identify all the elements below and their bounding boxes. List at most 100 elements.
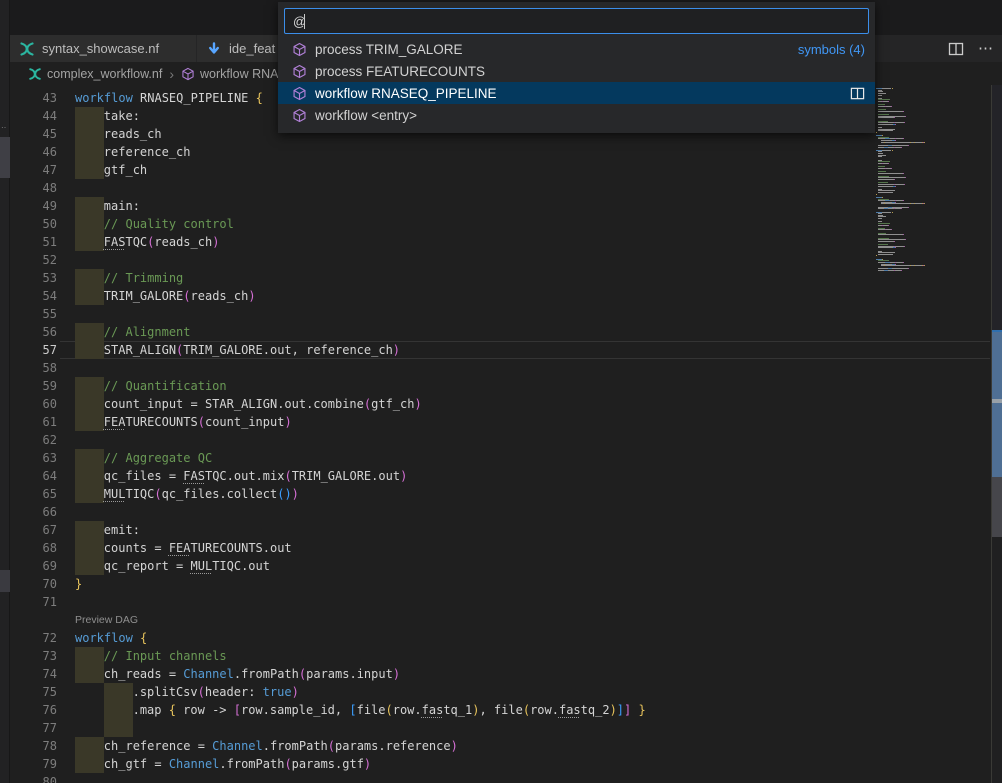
tab-label: syntax_showcase.nf xyxy=(42,41,159,56)
code-line[interactable]: MULTIQC(qc_files.collect()) xyxy=(10,485,990,503)
code-line[interactable]: count_input = STAR_ALIGN.out.combine(gtf… xyxy=(10,395,990,413)
rail-thumb[interactable] xyxy=(0,570,10,592)
code-text: qc_files = FASTQC.out.mix(TRIM_GALORE.ou… xyxy=(104,467,408,485)
code-line[interactable]: counts = FEATURECOUNTS.out xyxy=(10,539,990,557)
code-line[interactable]: // Trimming xyxy=(10,269,990,287)
code-area[interactable]: workflow RNASEQ_PIPELINE {take:reads_chr… xyxy=(10,85,990,783)
result-label: workflow RNASEQ_PIPELINE xyxy=(315,86,497,101)
token: // Trimming xyxy=(104,271,183,285)
code-line[interactable] xyxy=(10,359,990,377)
code-text: reads_ch xyxy=(104,125,162,143)
code-line[interactable]: qc_report = MULTIQC.out xyxy=(10,557,990,575)
result-label: workflow <entry> xyxy=(315,108,417,123)
code-line[interactable]: // Quantification xyxy=(10,377,990,395)
code-line[interactable] xyxy=(10,431,990,449)
breadcrumb-file[interactable]: complex_workflow.nf xyxy=(47,67,162,81)
token: ) xyxy=(393,667,400,681)
scrollbar-thumb[interactable] xyxy=(992,477,1002,537)
token: Channel xyxy=(183,667,234,681)
code-line[interactable] xyxy=(10,773,990,783)
token: FAS xyxy=(104,235,126,249)
indent-highlight xyxy=(75,647,104,665)
code-line[interactable]: ch_reads = Channel.fromPath(params.input… xyxy=(10,665,990,683)
code-text: ch_reference = Channel.fromPath(params.r… xyxy=(104,737,458,755)
code-line[interactable] xyxy=(10,719,990,737)
token: ch_reads = xyxy=(104,667,183,681)
code-line[interactable]: // Input channels xyxy=(10,647,990,665)
token: true xyxy=(263,685,292,699)
code-line[interactable] xyxy=(10,179,990,197)
code-line[interactable]: // Quality control xyxy=(10,215,990,233)
code-text: TRIM_GALORE(reads_ch) xyxy=(104,287,256,305)
code-line[interactable]: FEATURECOUNTS(count_input) xyxy=(10,413,990,431)
code-line[interactable] xyxy=(10,503,990,521)
token: ) xyxy=(393,343,400,357)
quick-open-result[interactable]: process FEATURECOUNTS xyxy=(278,60,875,82)
token: MUL xyxy=(104,487,126,501)
token: reference_ch xyxy=(104,145,191,159)
rail-thumb[interactable] xyxy=(0,137,10,178)
code-line[interactable]: .splitCsv(header: true) xyxy=(10,683,990,701)
code-line[interactable] xyxy=(10,305,990,323)
code-line[interactable]: FASTQC(reads_ch) xyxy=(10,233,990,251)
code-line[interactable]: STAR_ALIGN(TRIM_GALORE.out, reference_ch… xyxy=(10,341,990,359)
token: ) xyxy=(610,703,617,717)
code-text: .map { row -> [row.sample_id, [file(row.… xyxy=(133,701,646,719)
codelens-preview-dag[interactable]: Preview DAG xyxy=(75,611,138,629)
split-editor-icon[interactable] xyxy=(850,86,865,101)
indent-highlight xyxy=(104,701,133,719)
code-line[interactable] xyxy=(10,251,990,269)
code-line[interactable]: reference_ch xyxy=(10,143,990,161)
rail-overflow-dots: ‥ xyxy=(1,121,7,130)
token: params.gtf xyxy=(292,757,364,771)
breadcrumb-separator: › xyxy=(167,66,176,82)
split-editor-icon[interactable] xyxy=(948,41,964,57)
indent-highlight xyxy=(75,287,104,305)
code-text: take: xyxy=(104,107,140,125)
code-line[interactable]: qc_files = FASTQC.out.mix(TRIM_GALORE.ou… xyxy=(10,467,990,485)
token: // Quantification xyxy=(104,379,227,393)
quick-open-result[interactable]: workflow <entry> xyxy=(278,104,875,126)
token: file xyxy=(357,703,386,717)
code-line[interactable] xyxy=(10,593,990,611)
code-line[interactable]: TRIM_GALORE(reads_ch) xyxy=(10,287,990,305)
token: row -> xyxy=(183,703,234,717)
token: ch_reference = xyxy=(104,739,212,753)
token: params.reference xyxy=(335,739,451,753)
more-actions-icon[interactable]: ⋯ xyxy=(978,41,994,57)
tab-syntax-showcase[interactable]: syntax_showcase.nf xyxy=(10,35,196,62)
text-cursor xyxy=(304,14,305,29)
code-text: // Quality control xyxy=(104,215,234,233)
token: ) xyxy=(248,289,255,303)
code-line[interactable]: ch_reference = Channel.fromPath(params.r… xyxy=(10,737,990,755)
minimap[interactable] xyxy=(876,88,958,358)
code-text: counts = FEATURECOUNTS.out xyxy=(104,539,292,557)
symbol-cube-icon xyxy=(292,108,307,123)
quick-open-input[interactable] xyxy=(285,9,868,33)
code-line[interactable]: emit: xyxy=(10,521,990,539)
code-line[interactable]: // Alignment xyxy=(10,323,990,341)
code-line[interactable]: } xyxy=(10,575,990,593)
code-line[interactable]: main: xyxy=(10,197,990,215)
token: row.sample_id, xyxy=(241,703,349,717)
code-line[interactable]: .map { row -> [row.sample_id, [file(row.… xyxy=(10,701,990,719)
symbols-count-link[interactable]: symbols (4) xyxy=(798,42,865,57)
code-line[interactable]: ch_gtf = Channel.fromPath(params.gtf) xyxy=(10,755,990,773)
token: TRIM_GALORE.out xyxy=(292,469,400,483)
overview-ruler[interactable] xyxy=(992,85,1002,330)
token: // Quality control xyxy=(104,217,234,231)
code-line[interactable]: // Aggregate QC xyxy=(10,449,990,467)
token: STAR_ALIGN xyxy=(104,343,176,357)
code-line[interactable]: workflow { xyxy=(10,629,990,647)
token: ) xyxy=(212,235,219,249)
code-text: ch_reads = Channel.fromPath(params.input… xyxy=(104,665,400,683)
code-editor[interactable]: 4344454647484950515253545556575859606162… xyxy=(10,85,1002,783)
minimap-line xyxy=(876,272,958,273)
quick-open-result[interactable]: process TRIM_GALOREsymbols (4) xyxy=(278,38,875,60)
indent-highlight xyxy=(75,341,104,359)
code-line[interactable]: gtf_ch xyxy=(10,161,990,179)
quick-open-result[interactable]: workflow RNASEQ_PIPELINE xyxy=(278,82,875,104)
token: ( xyxy=(386,703,393,717)
indent-highlight xyxy=(75,485,104,503)
token: reads_ch xyxy=(191,289,249,303)
